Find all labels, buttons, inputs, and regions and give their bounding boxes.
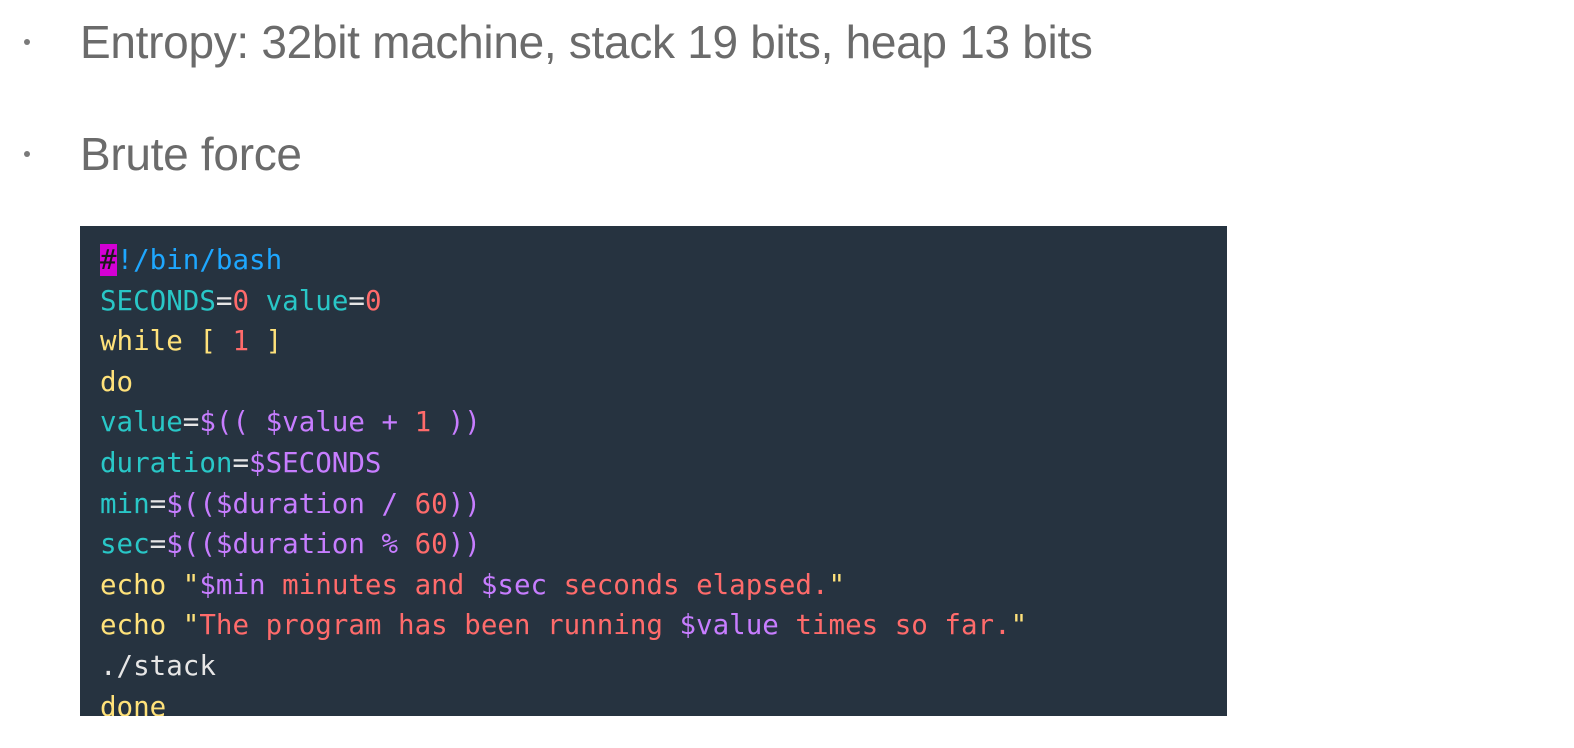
code-token: = [215,284,233,317]
bullet-text: Brute force [80,128,302,180]
code-token: sec [100,528,150,561]
code-token: )) [447,528,481,561]
code-line: value=$(( $value + 1 )) [100,402,1027,443]
code-line: min=$(($duration / 60)) [100,484,1027,525]
code-token: " [1010,609,1028,642]
code-token: $sec [480,568,548,601]
code-token: min [100,487,150,520]
bullet-dot-icon [24,151,30,157]
code-token: 1 [414,406,432,439]
code-token: " [828,568,846,601]
code-line: #!/bin/bash [100,240,1027,281]
code-token: value [265,284,349,317]
code-token: seconds elapsed. [547,568,829,601]
code-token: " [166,568,200,601]
code-line: while [ 1 ] [100,321,1027,362]
code-token: 0 [232,284,250,317]
bullet-text: Entropy: 32bit machine, stack 19 bits, h… [80,16,1093,68]
code-token: = [149,487,167,520]
code-token: 1 [232,325,250,358]
code-token: = [348,284,365,317]
code-block: #!/bin/bash SECONDS=0 value=0 while [ 1 ] d… [80,226,1227,716]
code-token: " [166,609,200,642]
code-token: SECONDS [100,284,216,317]
code-token: duration [100,446,233,479]
code-token: [ [182,325,233,358]
code-token: while [100,325,183,358]
code-token: The program has been running [199,609,680,642]
code-token: )) [431,406,481,439]
code-line: echo "$min minutes and $sec seconds elap… [100,565,1027,606]
code-token: ./stack [100,649,216,682]
code-token: 60 [414,487,448,520]
code-token: $SECONDS [249,446,382,479]
code-token: done [100,690,167,716]
code-line: duration=$SECONDS [100,443,1027,484]
code-token: 0 [364,284,382,317]
code-token: $(($duration / [166,487,415,520]
code-token: = [149,528,167,561]
code-token: minutes and [265,568,481,601]
code-lines: #!/bin/bash SECONDS=0 value=0 while [ 1 ] d… [100,240,1027,716]
code-line: echo "The program has been running $valu… [100,605,1027,646]
code-token: = [182,406,200,439]
code-line: do [100,362,1027,403]
code-token: $(($duration % [166,528,415,561]
code-token: $min [199,568,266,601]
code-token: value [100,406,183,439]
code-line: sec=$(($duration % 60)) [100,524,1027,565]
code-token: times so far. [778,609,1011,642]
code-token: 60 [414,528,448,561]
code-token: $value [679,609,779,642]
code-token: do [100,365,134,398]
code-line: SECONDS=0 value=0 [100,281,1027,322]
code-token: echo [100,568,167,601]
code-token: !/bin/bash [116,244,283,276]
text-cursor: # [100,244,117,276]
code-token: $(( $value + [199,406,415,439]
bullet-dot-icon [24,39,30,45]
code-token: ] [249,325,283,358]
code-token: echo [100,609,167,642]
code-line: done [100,687,1027,716]
code-line: ./stack [100,646,1027,687]
code-token: = [232,446,250,479]
code-token: )) [447,487,481,520]
